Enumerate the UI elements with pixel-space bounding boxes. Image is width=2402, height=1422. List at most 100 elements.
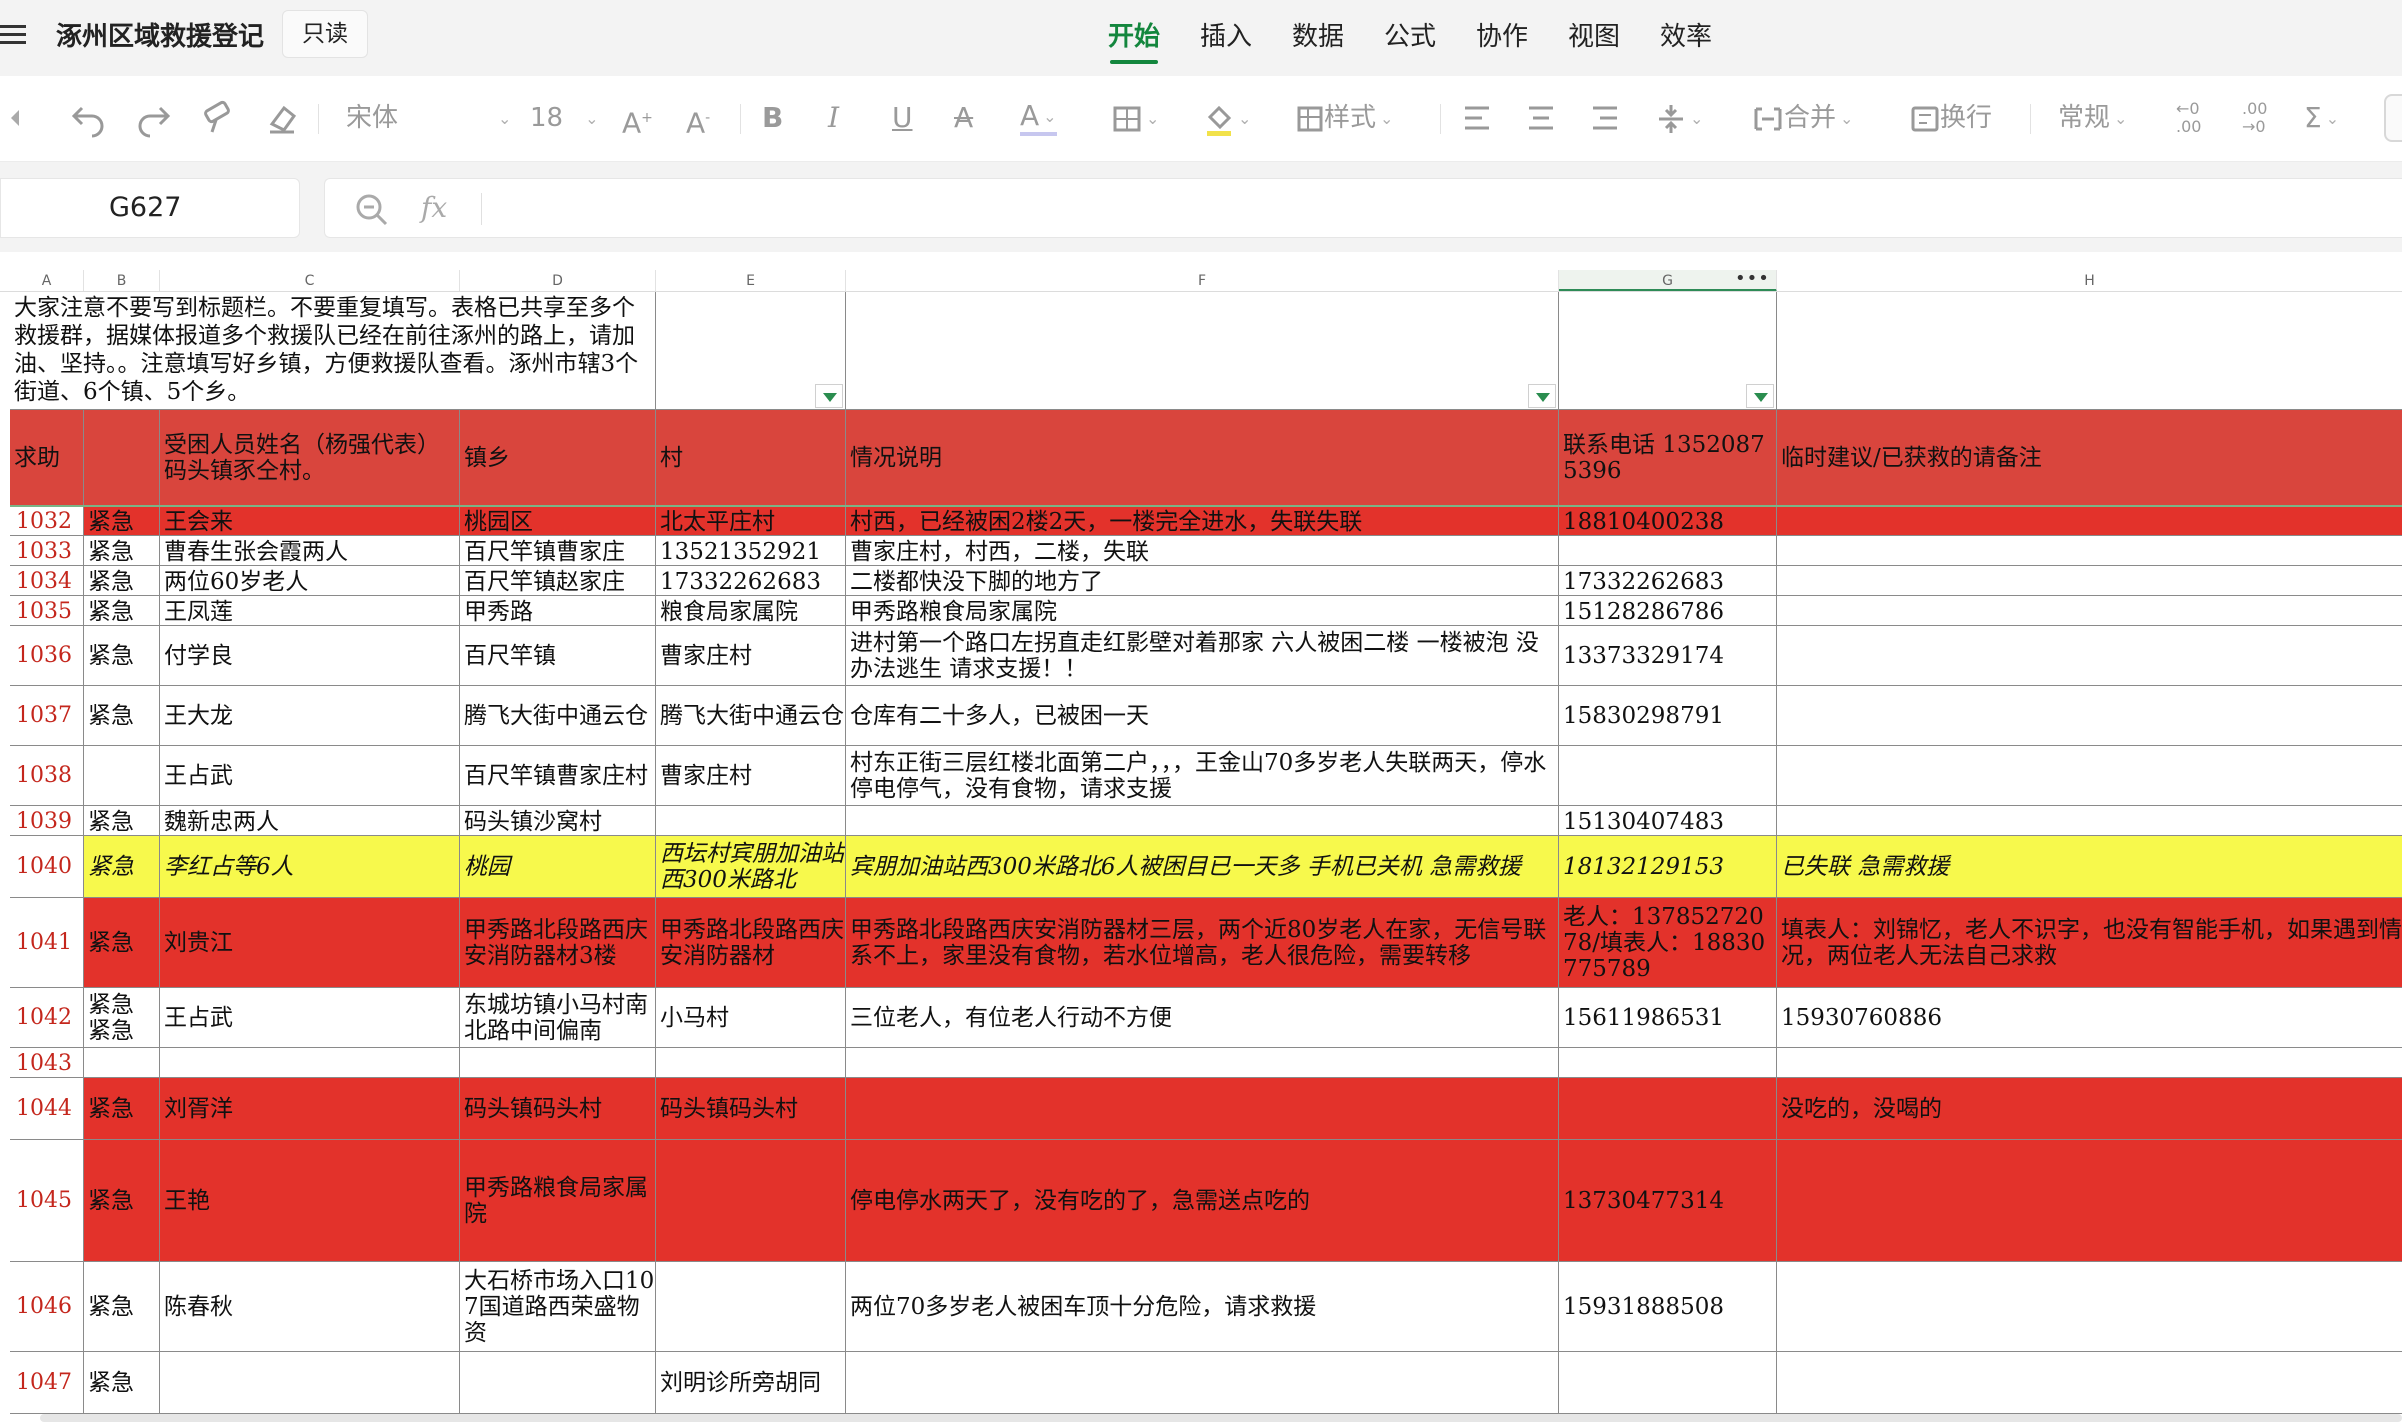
cell-remark[interactable] [1777,536,2402,566]
cell-village[interactable]: 腾飞大街中通云仓 [656,686,846,746]
cell-phone[interactable]: 老人：13785272078/填表人：18830775789 [1559,898,1777,988]
cell-name[interactable]: 王占武 [160,746,460,806]
cell-urgency[interactable]: 紧急 紧急 [84,988,160,1048]
cell-urgency[interactable]: 紧急 [84,626,160,686]
cell-village[interactable] [656,1262,846,1352]
column-header-d[interactable]: D [460,270,656,292]
cell-urgency[interactable] [84,1048,160,1078]
cell-phone[interactable] [1559,1078,1777,1140]
cell-phone[interactable]: 13730477314 [1559,1140,1777,1262]
cell-village[interactable]: 曹家庄村 [656,746,846,806]
cell-situation[interactable]: 曹家庄村，村西，二楼，失联 [846,536,1559,566]
vertical-align-icon[interactable]: ⌄ [1656,98,1703,138]
cell-row-number[interactable]: 1046 [10,1262,84,1352]
cell-name[interactable]: 曹春生张会霞两人 [160,536,460,566]
cell-situation[interactable]: 仓库有二十多人，已被困一天 [846,686,1559,746]
cell-remark[interactable] [1777,1140,2402,1262]
cell-row-number[interactable]: 1036 [10,626,84,686]
cell-remark[interactable] [1777,1352,2402,1414]
cell-village[interactable]: 西坛村宾朋加油站西300米路北 [656,836,846,898]
cell-urgency[interactable]: 紧急 [84,806,160,836]
column-header-e[interactable]: E [656,270,846,292]
header-cell-urgency[interactable] [84,410,160,506]
horizontal-scrollbar[interactable] [40,1414,2402,1422]
sum-icon[interactable]: Σ ⌄ [2304,98,2339,138]
strikethrough-icon[interactable]: A [954,98,973,138]
cell-village[interactable]: 甲秀路北段路西庆安消防器材 [656,898,846,988]
undo-icon[interactable] [70,98,106,138]
cell-row-number[interactable]: 1039 [10,806,84,836]
cell-row-number[interactable]: 1044 [10,1078,84,1140]
cell-township[interactable]: 码头镇码头村 [460,1078,656,1140]
cell-situation[interactable]: 村西，已经被困2楼2天，一楼完全进水，失联失联 [846,506,1559,536]
cell-style-button[interactable]: 样式 ⌄ [1296,98,1393,138]
cell-urgency[interactable]: 紧急 [84,1352,160,1414]
decrease-decimal-icon[interactable]: .00 →0 [2242,98,2267,138]
search-icon[interactable] [355,193,389,231]
merge-cells-button[interactable]: 合并 ⌄ [1752,98,1853,138]
column-header-h[interactable]: H [1777,270,2402,292]
cell-township[interactable]: 百尺竿镇曹家庄 [460,536,656,566]
cell-situation[interactable]: 三位老人，有位老人行动不方便 [846,988,1559,1048]
font-family-select[interactable]: 宋体 ⌄ [346,98,511,138]
cell-name[interactable]: 魏新忠两人 [160,806,460,836]
cell-name[interactable]: 刘胥洋 [160,1078,460,1140]
notice-cell[interactable]: 大家注意不要写到标题栏。不要重复填写。表格已共享至多个救援群，据媒体报道多个救援… [10,292,656,410]
empty-cell[interactable] [846,292,1559,410]
cell-township[interactable]: 腾飞大街中通云仓 [460,686,656,746]
cell-township[interactable] [460,1048,656,1078]
cell-situation[interactable]: 宾朋加油站西300米路北6人被困目已一天多 手机已关机 急需救援 [846,836,1559,898]
cell-remark[interactable] [1777,686,2402,746]
cell-name[interactable] [160,1048,460,1078]
wrap-text-button[interactable]: 换行 [1910,98,1992,138]
cell-village[interactable] [656,1048,846,1078]
cell-urgency[interactable]: 紧急 [84,1140,160,1262]
cell-name[interactable]: 李红占等6人 [160,836,460,898]
cell-remark[interactable] [1777,626,2402,686]
cell-village[interactable]: 北太平庄村 [656,506,846,536]
cell-name[interactable] [160,1352,460,1414]
cell-row-number[interactable]: 1034 [10,566,84,596]
header-cell-row-number[interactable]: 求助 [10,410,84,506]
cell-urgency[interactable] [84,746,160,806]
scroll-left-icon[interactable] [8,98,22,138]
cell-remark[interactable]: 15930760886 [1777,988,2402,1048]
cell-situation[interactable] [846,1048,1559,1078]
toolbar-overflow-button[interactable] [2384,94,2402,142]
cell-urgency[interactable]: 紧急 [84,686,160,746]
header-cell-name[interactable]: 受困人员姓名（杨强代表）码头镇豕仝村。 [160,410,460,506]
cell-situation[interactable] [846,806,1559,836]
cell-phone[interactable]: 15128286786 [1559,596,1777,626]
align-center-icon[interactable] [1526,98,1556,138]
cell-row-number[interactable]: 1041 [10,898,84,988]
cell-row-number[interactable]: 1047 [10,1352,84,1414]
cell-situation[interactable]: 两位70多岁老人被困车顶十分危险，请求救援 [846,1262,1559,1352]
cell-phone[interactable]: 15130407483 [1559,806,1777,836]
borders-icon[interactable]: ⌄ [1112,98,1159,138]
cell-township[interactable]: 甲秀路 [460,596,656,626]
cell-phone[interactable]: 13373329174 [1559,626,1777,686]
cell-name[interactable]: 王艳 [160,1140,460,1262]
tab-formula[interactable]: 公式 [1384,16,1436,53]
cell-urgency[interactable]: 紧急 [84,536,160,566]
decrease-font-icon[interactable]: A- [686,98,710,139]
cell-name[interactable]: 王凤莲 [160,596,460,626]
cell-village[interactable]: 粮食局家属院 [656,596,846,626]
cell-village[interactable] [656,806,846,836]
column-header-a[interactable]: A [10,270,84,292]
readonly-badge[interactable]: 只读 [282,10,368,58]
name-box[interactable]: G627 [0,178,300,238]
cell-remark[interactable]: 已失联 急需救援 [1777,836,2402,898]
cell-name[interactable]: 两位60岁老人 [160,566,460,596]
cell-urgency[interactable]: 紧急 [84,1078,160,1140]
column-options-icon[interactable]: ••• [1735,268,1770,289]
cell-township[interactable]: 桃园区 [460,506,656,536]
number-format-select[interactable]: 常规 ⌄ [2058,98,2127,138]
cell-township[interactable] [460,1352,656,1414]
cell-situation[interactable]: 村东正街三层红楼北面第二户，，，王金山70多岁老人失联两天，停水停电停气，没有食… [846,746,1559,806]
align-right-icon[interactable] [1590,98,1620,138]
cell-phone[interactable]: 15931888508 [1559,1262,1777,1352]
format-painter-icon[interactable] [200,98,236,138]
cell-row-number[interactable]: 1040 [10,836,84,898]
cell-row-number[interactable]: 1032 [10,506,84,536]
